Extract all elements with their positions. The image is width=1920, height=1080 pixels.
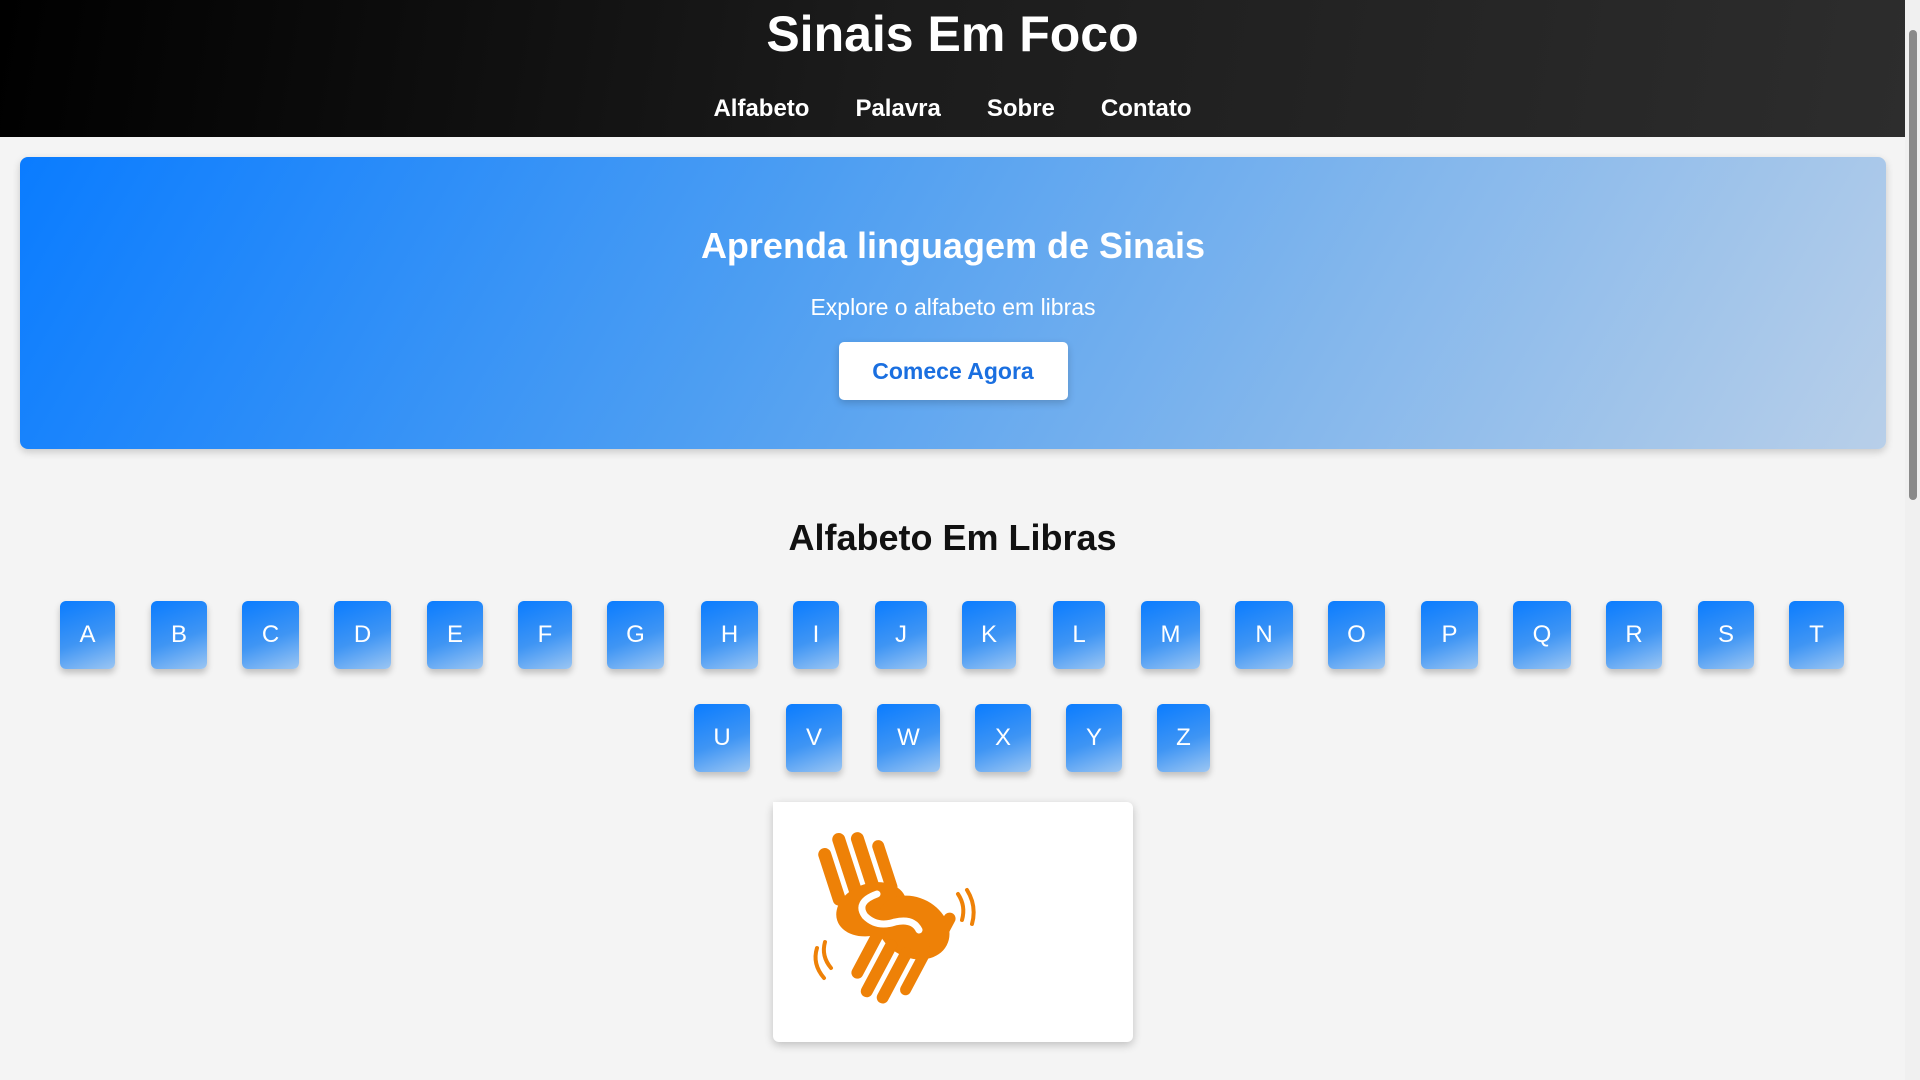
letter-tile-b[interactable]: B [151, 601, 207, 669]
letter-tile-x[interactable]: X [975, 704, 1031, 772]
letter-tile-j[interactable]: J [875, 601, 927, 669]
letter-tile-p[interactable]: P [1421, 601, 1478, 669]
alphabet-section-title: Alfabeto Em Libras [788, 517, 1117, 558]
nav-link-contato[interactable]: Contato [1101, 95, 1192, 123]
letter-tile-a[interactable]: A [60, 601, 115, 669]
sign-display-card [773, 802, 1133, 1042]
letter-tile-e[interactable]: E [427, 601, 483, 669]
letter-tile-o[interactable]: O [1328, 601, 1385, 669]
letter-tile-w[interactable]: W [877, 704, 940, 772]
letter-tile-f[interactable]: F [518, 601, 572, 669]
site-title: Sinais Em Foco [766, 6, 1139, 62]
letter-tile-d[interactable]: D [334, 601, 391, 669]
letter-tile-s[interactable]: S [1698, 601, 1754, 669]
letter-tile-k[interactable]: K [962, 601, 1016, 669]
hands-sign-language-icon [773, 802, 998, 1027]
nav-link-alfabeto[interactable]: Alfabeto [713, 95, 809, 123]
letter-tile-l[interactable]: L [1053, 601, 1105, 669]
letter-tile-r[interactable]: R [1606, 601, 1662, 669]
letter-tile-h[interactable]: H [701, 601, 758, 669]
letter-tile-y[interactable]: Y [1066, 704, 1122, 772]
letter-tile-g[interactable]: G [607, 601, 664, 669]
letter-tile-u[interactable]: U [694, 704, 750, 772]
letter-tile-n[interactable]: N [1235, 601, 1293, 669]
nav-link-sobre[interactable]: Sobre [987, 95, 1055, 123]
hero-subtitle: Explore o alfabeto em libras [810, 294, 1096, 320]
letter-tile-q[interactable]: Q [1513, 601, 1571, 669]
letter-tile-c[interactable]: C [242, 601, 299, 669]
letter-tile-i[interactable]: I [793, 601, 839, 669]
page-content: Sinais Em Foco Alfabeto Palavra Sobre Co… [0, 0, 1905, 1080]
letter-tile-t[interactable]: T [1789, 601, 1844, 669]
vertical-scrollbar[interactable] [1905, 0, 1920, 1080]
letter-tile-m[interactable]: M [1141, 601, 1200, 669]
scrollbar-thumb[interactable] [1909, 30, 1917, 500]
start-now-button[interactable]: Comece Agora [838, 342, 1068, 400]
hero-banner: Aprenda linguagem de Sinais Explore o al… [20, 157, 1886, 449]
site-header: Sinais Em Foco Alfabeto Palavra Sobre Co… [0, 0, 1905, 137]
nav-link-palavra[interactable]: Palavra [855, 95, 940, 123]
hero-title: Aprenda linguagem de Sinais [700, 225, 1206, 266]
main-nav: Alfabeto Palavra Sobre Contato [0, 95, 1905, 123]
letter-tile-v[interactable]: V [786, 704, 842, 772]
letter-tile-z[interactable]: Z [1157, 704, 1210, 772]
